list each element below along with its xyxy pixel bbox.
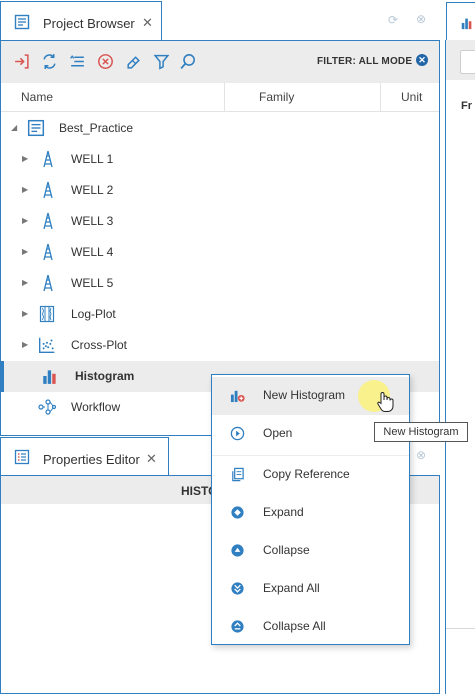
menu-item-label: Collapse All (263, 619, 326, 633)
menu-item-label: Open (263, 426, 293, 440)
tooltip: New Histogram (374, 422, 468, 442)
filter-icon[interactable] (153, 53, 170, 70)
column-divider[interactable] (380, 83, 381, 111)
tree-item-best-practice[interactable]: ◢ Best_Practice (1, 113, 439, 144)
well-derrick-icon (43, 181, 53, 199)
tree-item-well[interactable]: ▶ WELL 5 (1, 268, 439, 299)
expand-all-icon (231, 582, 244, 595)
tree-item-label: Log-Plot (71, 307, 116, 321)
tree-item-label: WELL 5 (71, 276, 114, 290)
divider (446, 628, 475, 629)
expand-arrow-icon[interactable]: ▶ (22, 340, 28, 349)
expand-icon (231, 506, 244, 519)
tree-item-cross-plot[interactable]: ▶ Cross-Plot (1, 330, 439, 361)
histogram-view-label: Fr (461, 100, 472, 112)
menu-item-label: Expand All (263, 581, 320, 595)
tab-histogram-view[interactable] (446, 2, 475, 42)
tab-label: Properties Editor (43, 452, 140, 467)
column-divider[interactable] (224, 83, 225, 111)
menu-item-collapse-all[interactable]: Collapse All (212, 608, 409, 646)
cross-plot-icon (39, 337, 55, 353)
properties-list-icon (14, 449, 30, 465)
histogram-input[interactable] (460, 50, 475, 74)
tree-item-label: Cross-Plot (71, 338, 128, 352)
tree-item-label: WELL 1 (71, 152, 114, 166)
tree-item-well[interactable]: ▶ WELL 4 (1, 237, 439, 268)
well-derrick-icon (43, 212, 53, 230)
new-histogram-icon (230, 390, 245, 403)
collapse-arrow-icon[interactable]: ◢ (11, 123, 17, 132)
menu-item-expand-all[interactable]: Expand All (212, 570, 409, 608)
expand-arrow-icon[interactable]: ▶ (22, 185, 28, 194)
collapse-all-icon (231, 620, 244, 633)
search-icon[interactable] (179, 53, 196, 70)
histogram-view-panel: Fr (445, 40, 475, 694)
eraser-icon[interactable] (125, 53, 142, 70)
column-name[interactable]: Name (21, 90, 53, 104)
list-sort-icon[interactable] (69, 53, 86, 70)
column-unit[interactable]: Unit (401, 90, 422, 104)
well-derrick-icon (43, 274, 53, 292)
well-derrick-icon (43, 150, 53, 168)
expand-arrow-icon[interactable]: ▶ (22, 247, 28, 256)
document-icon (14, 14, 30, 30)
tree-item-label: WELL 4 (71, 245, 114, 259)
menu-item-collapse[interactable]: Collapse (212, 532, 409, 570)
column-family[interactable]: Family (259, 90, 294, 104)
tree-item-label: WELL 2 (71, 183, 114, 197)
expand-arrow-icon[interactable]: ▶ (22, 278, 28, 287)
tab-properties-editor[interactable]: Properties Editor ✕ (0, 437, 169, 477)
menu-item-label: Expand (263, 505, 304, 519)
menu-item-label: Copy Reference (263, 467, 350, 481)
import-icon[interactable] (13, 53, 30, 70)
collapse-icon (231, 544, 244, 557)
tree-item-well[interactable]: ▶ WELL 2 (1, 175, 439, 206)
open-icon (230, 426, 245, 441)
histogram-icon (43, 370, 56, 384)
menu-item-label: Collapse (263, 543, 310, 557)
histogram-toolbar (446, 40, 475, 80)
log-plot-icon (39, 305, 55, 323)
menu-item-expand[interactable]: Expand (212, 494, 409, 532)
tree-item-label: Histogram (75, 369, 135, 383)
menu-item-label: New Histogram (263, 388, 346, 402)
workflow-icon (38, 399, 56, 415)
expand-arrow-icon[interactable]: ▶ (22, 154, 28, 163)
tree-item-label: Best_Practice (59, 121, 134, 135)
restore-icon[interactable]: ⟳ (388, 13, 398, 27)
expand-arrow-icon[interactable]: ▶ (22, 309, 28, 318)
histogram-icon (461, 18, 472, 30)
copy-icon (232, 467, 244, 482)
tree-item-well[interactable]: ▶ WELL 3 (1, 206, 439, 237)
filter-mode-label: FILTER: ALL MODE (317, 56, 413, 67)
tree-item-label: WELL 3 (71, 214, 114, 228)
context-menu: New Histogram Open Copy Reference Expand… (211, 374, 410, 645)
delete-icon[interactable] (97, 53, 114, 70)
document-icon (27, 119, 45, 137)
hand-cursor-icon (377, 392, 394, 412)
close-panel-icon[interactable]: ⊗ (416, 12, 426, 26)
refresh-icon[interactable] (41, 53, 58, 70)
close-panel-icon[interactable]: ⊗ (416, 448, 426, 462)
expand-arrow-icon[interactable]: ▶ (22, 216, 28, 225)
tree-item-label: Workflow (71, 400, 121, 414)
tab-project-browser[interactable]: Project Browser ✕ (0, 1, 162, 41)
tab-label: Project Browser (43, 16, 135, 31)
tree-item-well[interactable]: ▶ WELL 1 (1, 144, 439, 175)
column-header-row: Name Family Unit (1, 83, 439, 112)
close-tab-icon[interactable]: ✕ (146, 451, 157, 467)
close-tab-icon[interactable]: ✕ (142, 15, 153, 31)
tree-item-log-plot[interactable]: ▶ Log-Plot (1, 299, 439, 330)
clear-filter-icon[interactable]: ✕ (416, 54, 428, 66)
selection-indicator (1, 361, 4, 392)
toolbar: FILTER: ALL MODE ✕ (1, 41, 439, 83)
well-derrick-icon (43, 243, 53, 261)
menu-item-copy-reference[interactable]: Copy Reference (212, 456, 409, 494)
